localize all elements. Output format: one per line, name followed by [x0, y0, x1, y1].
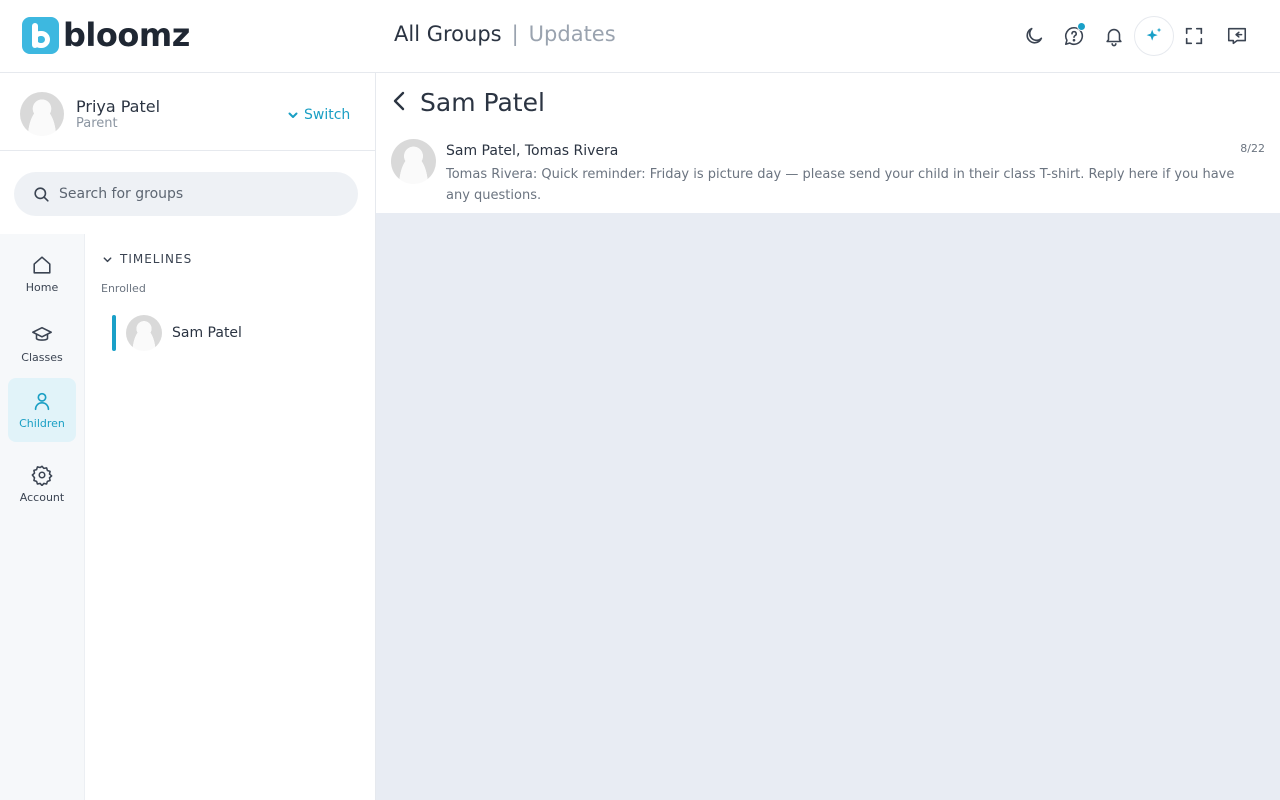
message-participants: Sam Patel, Tomas Rivera: [446, 143, 619, 159]
fullscreen-icon: [1185, 27, 1203, 45]
help-button[interactable]: [1054, 16, 1094, 56]
left-panel: Priya Patel Parent Switch Home Classes C…: [0, 73, 376, 800]
collapse-panel-icon: [1227, 27, 1247, 45]
switch-button[interactable]: Switch: [287, 107, 350, 123]
chevron-down-icon: [103, 256, 112, 262]
graduation-cap-icon: [32, 326, 52, 341]
search-bar[interactable]: [14, 172, 358, 216]
top-nav: All Groups | Updates: [394, 22, 616, 46]
enrolled-label: Enrolled: [101, 282, 146, 295]
conversation-panel: Sam Patel Sam Patel, Tomas Rivera Tomas …: [376, 73, 1280, 213]
rail-item-classes[interactable]: Classes: [8, 312, 76, 375]
ai-assistant-button[interactable]: [1134, 16, 1174, 56]
nav-updates[interactable]: Updates: [529, 22, 616, 46]
logo-mark-icon: [22, 17, 59, 54]
bloomz-logo[interactable]: bloomz: [22, 17, 190, 54]
top-bar: bloomz All Groups | Updates: [0, 0, 1280, 73]
rail-item-children[interactable]: Children: [8, 378, 76, 442]
notification-dot: [1077, 22, 1086, 31]
page-title: Sam Patel: [420, 88, 545, 117]
message-preview: Tomas Rivera: Quick reminder: Friday is …: [446, 167, 1235, 203]
profile-name: Priya Patel: [76, 97, 161, 116]
timelines-heading: TIMELINES: [120, 252, 193, 266]
child-item-sam-patel[interactable]: Sam Patel: [112, 315, 352, 351]
notifications-button[interactable]: [1094, 16, 1134, 56]
switch-label: Switch: [304, 107, 351, 123]
gear-icon: [31, 465, 53, 486]
search-input[interactable]: [59, 186, 329, 202]
nav-all-groups[interactable]: All Groups: [394, 22, 502, 46]
main-content: Sam Patel Sam Patel, Tomas Rivera Tomas …: [376, 73, 1280, 800]
dark-mode-button[interactable]: [1014, 16, 1054, 56]
message-date: 8/22: [1240, 142, 1265, 155]
bell-icon: [1106, 28, 1122, 47]
rail-label-classes: Classes: [21, 350, 63, 364]
rail-label-home: Home: [25, 280, 59, 294]
collapse-panel-button[interactable]: [1217, 16, 1257, 56]
back-button[interactable]: [388, 89, 412, 113]
logo-text: bloomz: [63, 16, 190, 54]
child-name: Sam Patel: [172, 325, 242, 341]
sparkle-icon: [1146, 27, 1162, 41]
rail-item-home[interactable]: Home: [8, 242, 76, 305]
search-icon: [34, 186, 49, 202]
home-icon: [33, 255, 51, 274]
profile-role: Parent: [76, 116, 118, 131]
moon-icon: [1026, 27, 1043, 44]
profile-header: Priya Patel Parent Switch: [0, 73, 375, 151]
side-rail: Home Classes Children Account: [0, 234, 85, 800]
chevron-down-icon: [288, 112, 298, 118]
timelines-toggle[interactable]: TIMELINES: [102, 252, 192, 266]
rail-item-account[interactable]: Account: [8, 452, 76, 515]
fullscreen-button[interactable]: [1174, 16, 1214, 56]
avatar[interactable]: [20, 92, 64, 136]
nav-separator: |: [511, 22, 519, 46]
rail-label-account: Account: [19, 490, 65, 504]
rail-label-children: Children: [19, 417, 65, 430]
avatar: [126, 315, 162, 351]
avatar: [391, 139, 436, 184]
person-icon: [34, 392, 50, 411]
selected-indicator: [112, 315, 116, 351]
chevron-left-icon: [393, 91, 405, 111]
